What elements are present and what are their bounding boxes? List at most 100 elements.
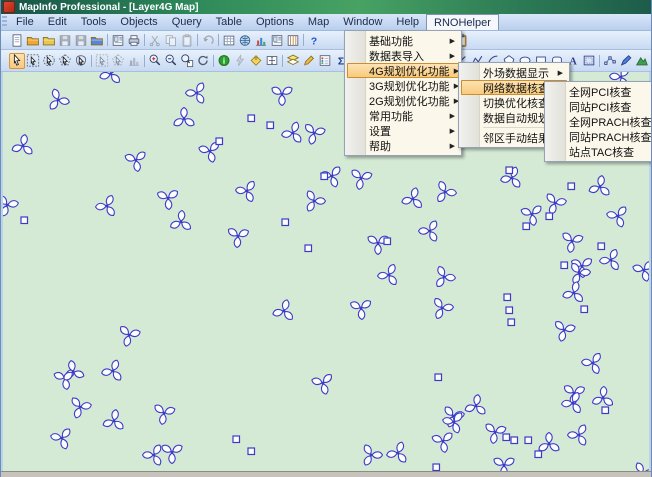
cell-site-symbol[interactable] xyxy=(581,351,605,380)
site-point-symbol[interactable] xyxy=(232,431,241,449)
menu-item-menu-l3-4[interactable]: 站点TAC核查 xyxy=(545,144,652,159)
cell-site-symbol[interactable] xyxy=(124,148,148,177)
site-point-symbol[interactable] xyxy=(534,446,543,464)
cell-site-symbol[interactable] xyxy=(68,395,92,424)
new-mapper-icon[interactable] xyxy=(237,32,253,48)
cell-site-symbol[interactable] xyxy=(588,175,612,204)
site-point-symbol[interactable] xyxy=(432,459,441,471)
cell-site-symbol[interactable] xyxy=(95,194,119,223)
menu-options[interactable]: Options xyxy=(249,14,301,30)
open-workspace-icon[interactable] xyxy=(41,32,57,48)
site-point-symbol[interactable] xyxy=(507,469,516,471)
cell-site-symbol[interactable] xyxy=(50,426,74,455)
cell-site-symbol[interactable] xyxy=(401,187,425,216)
new-table-icon[interactable] xyxy=(9,32,25,48)
site-point-symbol[interactable] xyxy=(507,314,516,332)
cell-site-symbol[interactable] xyxy=(11,134,35,163)
cell-site-symbol[interactable] xyxy=(302,189,326,218)
cell-site-symbol[interactable] xyxy=(61,360,85,389)
menu-item-menu-l3-2[interactable]: 全网PRACH核查 xyxy=(545,114,652,129)
cell-site-symbol[interactable] xyxy=(386,441,410,470)
cell-site-symbol[interactable] xyxy=(430,296,454,325)
polygon-select-icon[interactable] xyxy=(57,53,73,69)
label-icon[interactable] xyxy=(248,53,264,69)
print-window-icon[interactable] xyxy=(126,32,142,48)
show-legend-icon[interactable] xyxy=(317,53,333,69)
cell-site-symbol[interactable] xyxy=(172,107,196,136)
site-point-symbol[interactable] xyxy=(505,162,514,180)
new-grapher-icon[interactable] xyxy=(253,32,269,48)
set-clip-region-icon[interactable] xyxy=(634,53,650,69)
site-point-symbol[interactable] xyxy=(434,369,443,387)
cell-site-symbol[interactable] xyxy=(302,121,326,150)
cell-site-symbol[interactable] xyxy=(432,265,456,294)
cell-site-symbol[interactable] xyxy=(442,410,466,439)
menu-item-menu-l3-0[interactable]: 全网PCI核查 xyxy=(545,84,652,99)
help-icon[interactable]: ? xyxy=(306,32,322,48)
cell-site-symbol[interactable] xyxy=(99,72,123,91)
cell-site-symbol[interactable] xyxy=(632,258,651,287)
cell-site-symbol[interactable] xyxy=(1,193,19,222)
copy-map-window-icon[interactable] xyxy=(110,32,126,48)
cell-site-symbol[interactable] xyxy=(349,296,373,325)
cell-site-symbol[interactable] xyxy=(235,179,259,208)
cell-site-symbol[interactable] xyxy=(185,81,209,110)
new-layout-icon[interactable] xyxy=(269,32,285,48)
menu-item-menu-l1-6[interactable]: 设置▶ xyxy=(345,123,461,138)
boundary-select-icon[interactable] xyxy=(73,53,89,69)
menu-item-menu-l3-1[interactable]: 同站PCI核查 xyxy=(545,99,652,114)
menu-help[interactable]: Help xyxy=(389,14,426,30)
site-point-symbol[interactable] xyxy=(522,218,531,236)
cell-site-symbol[interactable] xyxy=(567,423,591,452)
menu-query[interactable]: Query xyxy=(165,14,209,30)
menu-item-menu-l1-4[interactable]: 2G规划优化功能▶ xyxy=(345,93,461,108)
cell-site-symbol[interactable] xyxy=(377,263,401,292)
reshape-icon[interactable] xyxy=(602,53,618,69)
menu-objects[interactable]: Objects xyxy=(113,14,164,30)
menubar-grip-icon[interactable] xyxy=(2,16,7,28)
site-point-symbol[interactable] xyxy=(304,240,313,258)
zoom-in-icon[interactable] xyxy=(147,53,163,69)
cell-site-symbol[interactable] xyxy=(464,394,488,423)
menu-edit[interactable]: Edit xyxy=(41,14,74,30)
site-point-symbol[interactable] xyxy=(20,212,29,230)
menu-map[interactable]: Map xyxy=(301,14,336,30)
radius-select-icon[interactable] xyxy=(41,53,57,69)
site-point-symbol[interactable] xyxy=(247,443,256,461)
cell-site-symbol[interactable] xyxy=(117,323,141,352)
open-table-icon[interactable] xyxy=(25,32,41,48)
select-icon[interactable] xyxy=(9,53,25,69)
menu-item-menu-l1-1[interactable]: 数据表导入▶ xyxy=(345,48,461,63)
menu-item-menu-l1-7[interactable]: 帮助▶ xyxy=(345,138,461,153)
info-tool-icon[interactable]: i xyxy=(216,53,232,69)
new-browser-icon[interactable] xyxy=(221,32,237,48)
cell-site-symbol[interactable] xyxy=(270,82,294,111)
cell-site-symbol[interactable] xyxy=(359,443,383,471)
new-redistricter-icon[interactable] xyxy=(285,32,301,48)
menu-item-menu-l1-2[interactable]: 4G规划优化功能▶ xyxy=(347,63,459,78)
menu-item-menu-l1-3[interactable]: 3G规划优化功能▶ xyxy=(345,78,461,93)
site-point-symbol[interactable] xyxy=(247,110,256,128)
site-point-symbol[interactable] xyxy=(510,432,519,450)
zoom-out-icon[interactable] xyxy=(163,53,179,69)
ruler-icon[interactable] xyxy=(301,53,317,69)
save-window-as-icon[interactable] xyxy=(89,32,105,48)
cell-site-symbol[interactable] xyxy=(169,210,193,239)
site-point-symbol[interactable] xyxy=(215,133,224,151)
site-point-symbol[interactable] xyxy=(266,117,275,135)
layer-control-icon[interactable] xyxy=(285,53,301,69)
cell-site-symbol[interactable] xyxy=(418,219,442,248)
cell-site-symbol[interactable] xyxy=(102,409,126,438)
cell-site-symbol[interactable] xyxy=(311,371,335,400)
marquee-select-icon[interactable] xyxy=(25,53,41,69)
cell-site-symbol[interactable] xyxy=(606,204,630,233)
menu-window[interactable]: Window xyxy=(336,14,389,30)
add-node-icon[interactable] xyxy=(618,53,634,69)
site-point-symbol[interactable] xyxy=(524,432,533,450)
menu-file[interactable]: File xyxy=(9,14,41,30)
cell-site-symbol[interactable] xyxy=(101,359,125,388)
site-point-symbol[interactable] xyxy=(383,233,392,251)
site-point-symbol[interactable] xyxy=(281,214,290,232)
menu-tools[interactable]: Tools xyxy=(74,14,114,30)
cell-site-symbol[interactable] xyxy=(561,391,585,420)
